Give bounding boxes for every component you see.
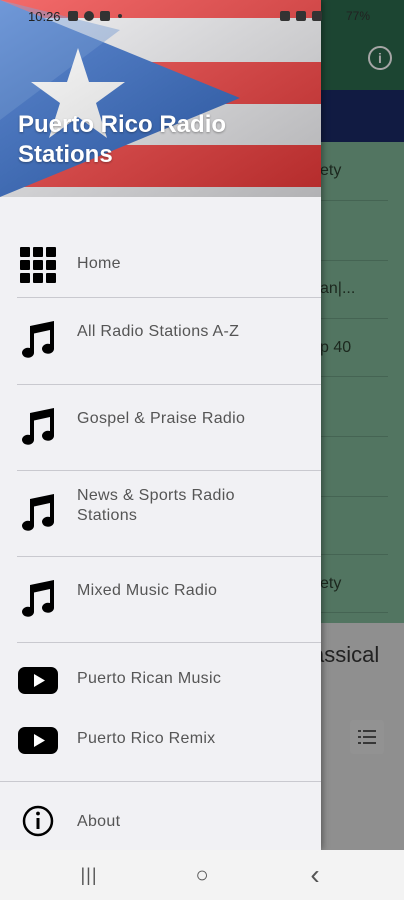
home-button[interactable]: ○	[187, 862, 217, 888]
menu-item-label: Mixed Music Radio	[77, 582, 218, 599]
music-note-icon	[22, 494, 54, 531]
menu-item-news-sports-radio[interactable]: News & Sports Radio Stations	[0, 473, 321, 555]
system-navigation-bar: ||| ○ ‹	[0, 850, 404, 900]
divider	[17, 556, 321, 557]
divider	[0, 781, 321, 782]
menu-item-label: Home	[77, 255, 121, 272]
menu-item-all-radio-stations[interactable]: All Radio Stations A-Z	[0, 300, 321, 382]
menu-item-label: Puerto Rico Remix	[77, 730, 216, 747]
music-note-icon	[22, 408, 54, 445]
menu-item-puerto-rico-remix[interactable]: Puerto Rico Remix	[0, 715, 321, 765]
music-note-icon	[22, 580, 54, 617]
more-notifications-icon	[118, 14, 122, 18]
menu-item-home[interactable]: Home	[0, 240, 321, 296]
alarm-icon	[280, 11, 290, 21]
menu-item-label: Gospel & Praise Radio	[77, 410, 246, 427]
notification-icon	[68, 11, 78, 21]
drawer-header-title: Puerto Rico Radio Stations	[18, 111, 227, 168]
menu-item-label: About	[77, 813, 121, 830]
status-bar: 10:26 77%	[0, 0, 404, 32]
menu-item-about[interactable]: About	[0, 797, 321, 847]
divider	[17, 384, 321, 385]
navigation-drawer: Puerto Rico Radio Stations Home All Radi…	[0, 0, 321, 850]
recent-apps-button[interactable]: |||	[74, 862, 104, 888]
menu-item-mixed-music-radio[interactable]: Mixed Music Radio	[0, 559, 321, 641]
info-icon	[22, 805, 54, 837]
divider	[17, 297, 321, 298]
notification-icon	[84, 11, 94, 21]
grid-icon	[20, 247, 56, 283]
divider	[17, 470, 321, 471]
battery-text: 77%	[346, 9, 371, 23]
menu-item-label: Puerto Rican Music	[77, 670, 222, 687]
wifi-icon	[296, 11, 306, 21]
notification-icon	[100, 11, 110, 21]
menu-item-puerto-rican-music[interactable]: Puerto Rican Music	[0, 655, 321, 705]
menu-item-label: News & Sports Radio Stations	[77, 487, 235, 524]
status-time: 10:26	[28, 9, 61, 24]
menu-item-label: All Radio Stations A-Z	[77, 323, 240, 340]
back-button[interactable]: ‹	[300, 859, 330, 890]
music-note-icon	[22, 321, 54, 358]
signal-icon	[312, 11, 322, 21]
menu-item-gospel-praise-radio[interactable]: Gospel & Praise Radio	[0, 387, 321, 469]
youtube-icon	[18, 727, 58, 754]
divider	[17, 642, 321, 643]
youtube-icon	[18, 667, 58, 694]
